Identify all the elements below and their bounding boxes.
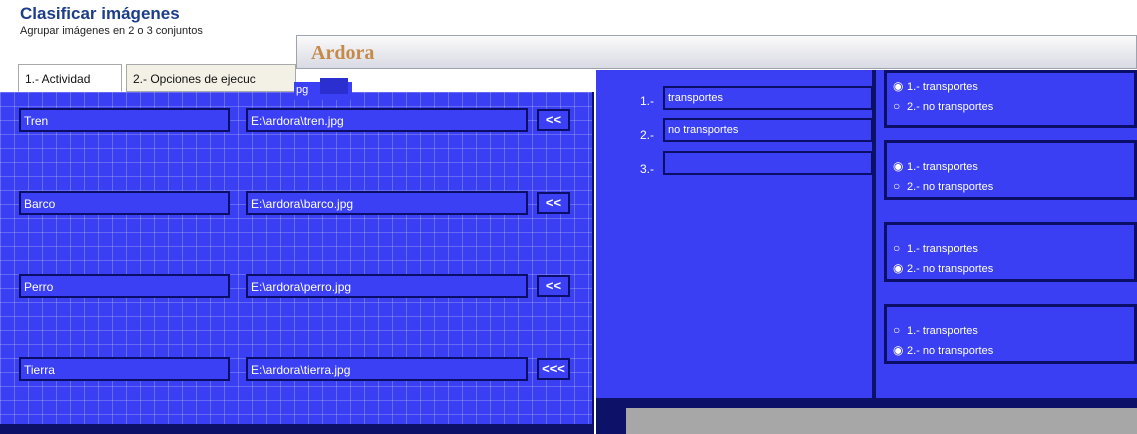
- radio-unselected-icon: ○: [893, 323, 901, 337]
- image-path-field[interactable]: E:\ardora\tierra.jpg: [246, 357, 528, 381]
- set-name-field[interactable]: no transportes: [663, 118, 873, 142]
- radio-selected-icon: ◉: [893, 79, 904, 93]
- group-box-image-3: ○ 1.- transportes ◉ 2.- no transportes: [884, 222, 1137, 282]
- radio-option-1[interactable]: ◉ 1.- transportes: [893, 159, 978, 173]
- browse-image-button[interactable]: <<: [537, 109, 570, 131]
- browse-image-button[interactable]: <<: [537, 275, 570, 297]
- browse-image-button[interactable]: <<<: [537, 358, 570, 380]
- overlay-block: [320, 78, 348, 94]
- radio-label: 1.- transportes: [907, 243, 978, 255]
- radio-label: 2.- no transportes: [907, 181, 994, 193]
- radio-unselected-icon: ○: [893, 99, 901, 113]
- radio-option-2[interactable]: ◉ 2.- no transportes: [893, 261, 993, 275]
- browse-image-button[interactable]: <<: [537, 192, 570, 214]
- right-panel-gray-area: [626, 408, 1137, 434]
- radio-option-1[interactable]: ○ 1.- transportes: [893, 241, 978, 255]
- ardora-window-titlebar: Ardora: [296, 35, 1137, 69]
- radio-option-2[interactable]: ○ 2.- no transportes: [893, 99, 993, 113]
- ardora-logo: Ardora: [311, 42, 375, 64]
- image-name-field[interactable]: Tierra: [19, 357, 230, 381]
- radio-selected-icon: ◉: [893, 261, 904, 275]
- radio-option-1[interactable]: ◉ 1.- transportes: [893, 79, 978, 93]
- image-path-field[interactable]: E:\ardora\tren.jpg: [246, 108, 528, 132]
- radio-option-2[interactable]: ○ 2.- no transportes: [893, 179, 993, 193]
- left-panel-bottom-strip: [0, 424, 594, 434]
- overlay-fragment-text: pg: [296, 84, 309, 96]
- group-box-image-4: ○ 1.- transportes ◉ 2.- no transportes: [884, 304, 1137, 364]
- image-path-field[interactable]: E:\ardora\perro.jpg: [246, 274, 528, 298]
- image-path-field[interactable]: E:\ardora\barco.jpg: [246, 191, 528, 215]
- image-name-field[interactable]: Tren: [19, 108, 230, 132]
- radio-label: 2.- no transportes: [907, 263, 994, 275]
- radio-selected-icon: ◉: [893, 343, 904, 357]
- overlay-fragment: pg: [294, 78, 352, 100]
- tab-opciones-ejecucion[interactable]: 2.- Opciones de ejecuc: [126, 64, 296, 92]
- radio-unselected-icon: ○: [893, 241, 901, 255]
- app-title: Clasificar imágenes: [20, 4, 180, 23]
- tab-actividad[interactable]: 1.- Actividad: [18, 64, 122, 92]
- radio-option-1[interactable]: ○ 1.- transportes: [893, 323, 978, 337]
- group-box-image-2: ◉ 1.- transportes ○ 2.- no transportes: [884, 140, 1137, 200]
- set-number-label: 2.-: [640, 128, 655, 142]
- set-name-field[interactable]: [663, 151, 873, 175]
- group-box-image-1: ◉ 1.- transportes ○ 2.- no transportes: [884, 70, 1137, 128]
- radio-label: 1.- transportes: [907, 325, 978, 337]
- sets-panel: 1.- transportes 2.- no transportes 3.- ◉…: [596, 70, 1137, 434]
- image-name-field[interactable]: Perro: [19, 274, 230, 298]
- set-number-label: 3.-: [640, 162, 655, 176]
- radio-unselected-icon: ○: [893, 179, 901, 193]
- radio-label: 1.- transportes: [907, 161, 978, 173]
- radio-label: 2.- no transportes: [907, 101, 994, 113]
- set-number-label: 1.-: [640, 94, 655, 108]
- image-list-panel: pg Tren E:\ardora\tren.jpg << Barco E:\a…: [0, 78, 594, 434]
- app-subtitle: Agrupar imágenes en 2 o 3 conjuntos: [20, 25, 203, 37]
- set-name-field[interactable]: transportes: [663, 86, 873, 110]
- radio-label: 2.- no transportes: [907, 345, 994, 357]
- radio-option-2[interactable]: ◉ 2.- no transportes: [893, 343, 993, 357]
- image-name-field[interactable]: Barco: [19, 191, 230, 215]
- radio-selected-icon: ◉: [893, 159, 904, 173]
- radio-label: 1.- transportes: [907, 81, 978, 93]
